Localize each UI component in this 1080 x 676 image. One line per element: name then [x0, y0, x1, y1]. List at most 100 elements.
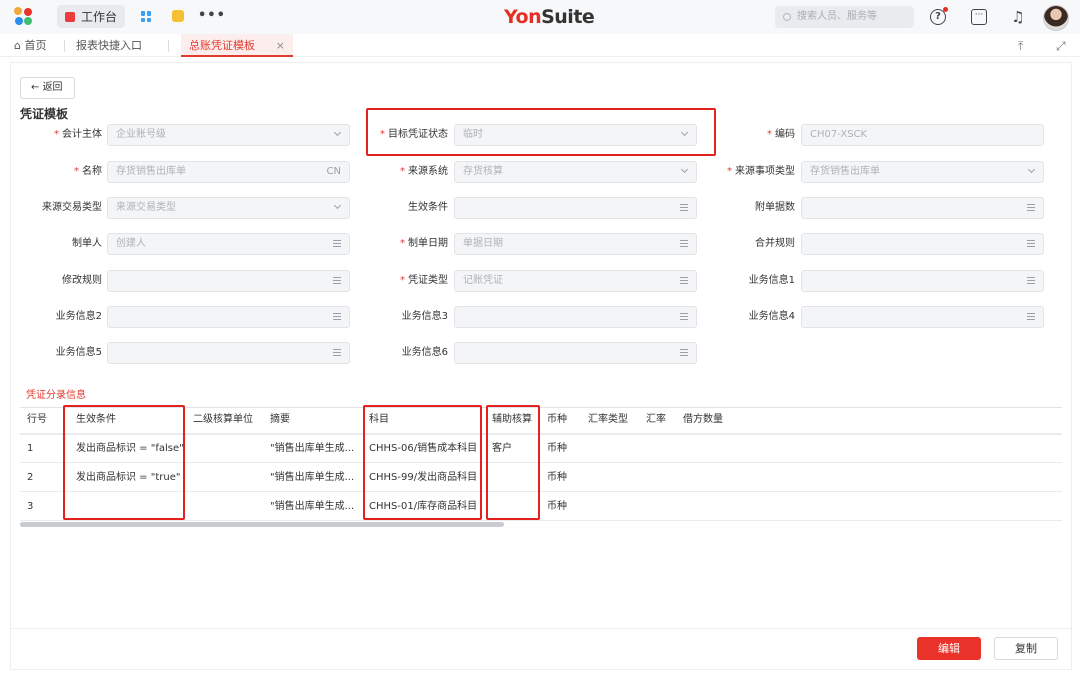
form-field-value: 记账凭证: [463, 275, 503, 286]
close-icon[interactable]: ×: [276, 34, 285, 57]
footer-divider: [10, 628, 1072, 629]
form-label-text: 凭证类型: [408, 275, 448, 286]
tab-home[interactable]: ⌂ 首页: [14, 34, 46, 57]
tab-voucher-template-label: 总账凭证模板: [189, 39, 255, 52]
highlight-account-column: [363, 405, 482, 520]
cell-summary: "销售出库单生成...: [270, 443, 355, 454]
expand-icon[interactable]: ⤢: [1056, 39, 1066, 54]
form-field[interactable]: 单据日期: [454, 233, 697, 255]
back-button[interactable]: ← 返回: [20, 77, 75, 99]
list-icon: [1027, 313, 1035, 320]
form-label-text: 会计主体: [62, 129, 102, 140]
user-avatar[interactable]: [1043, 5, 1069, 31]
form-field[interactable]: [454, 197, 697, 219]
chevron-down-icon: [680, 165, 689, 174]
form-field-value: 来源交易类型: [116, 202, 176, 213]
list-icon: [680, 313, 688, 320]
arrow-left-icon: ←: [31, 82, 43, 93]
subsection-title: 凭证分录信息: [26, 390, 86, 401]
form-label: 制单人: [12, 233, 102, 255]
form-label-text: 业务信息3: [401, 311, 448, 322]
form-field[interactable]: [107, 342, 350, 364]
form-field[interactable]: 记账凭证: [454, 270, 697, 292]
cell-currency: 币种: [547, 443, 567, 454]
form-field[interactable]: [801, 197, 1044, 219]
list-icon: [1027, 277, 1035, 284]
help-icon[interactable]: ?: [930, 7, 948, 25]
form-label-text: 业务信息1: [748, 275, 795, 286]
form-field[interactable]: [801, 270, 1044, 292]
global-search-input[interactable]: 搜索人员、服务等: [775, 6, 914, 28]
form-field[interactable]: 创建人: [107, 233, 350, 255]
home-icon: ⌂: [14, 39, 25, 52]
more-icon[interactable]: •••: [198, 8, 226, 23]
form-field[interactable]: [801, 306, 1044, 328]
form-field[interactable]: 来源交易类型: [107, 197, 350, 219]
customer-service-icon[interactable]: ♫: [1010, 9, 1026, 25]
tab-divider: [168, 40, 169, 52]
form-field[interactable]: 存货销售出库单: [801, 161, 1044, 183]
upload-icon[interactable]: ⤒: [1018, 39, 1023, 54]
form-field-value: 存货核算: [463, 166, 503, 177]
form-field[interactable]: [107, 306, 350, 328]
form-field[interactable]: [107, 270, 350, 292]
col-header-rate: 汇率: [646, 414, 666, 425]
highlight-aux-column: [486, 405, 540, 520]
form-field[interactable]: [454, 342, 697, 364]
form-label-text: 名称: [82, 166, 102, 177]
language-suffix: CN: [326, 166, 341, 177]
brand-logo: YonSuite: [504, 6, 595, 28]
form-label-text: 生效条件: [408, 202, 448, 213]
favorites-icon[interactable]: [172, 10, 184, 22]
tab-divider: [64, 40, 65, 52]
form-label: 附单据数: [705, 197, 795, 219]
workbench-tab[interactable]: 工作台: [57, 5, 125, 28]
copy-button[interactable]: 复制: [994, 637, 1058, 660]
form-field[interactable]: 企业账号级: [107, 124, 350, 146]
edit-button[interactable]: 编辑: [917, 637, 981, 660]
tab-report-shortcut[interactable]: 报表快捷入口: [76, 34, 142, 57]
search-placeholder: 搜索人员、服务等: [797, 11, 877, 22]
list-icon: [1027, 204, 1035, 211]
form-field[interactable]: 存货核算: [454, 161, 697, 183]
search-icon: [783, 13, 791, 21]
form-label-text: 来源系统: [408, 166, 448, 177]
cell-currency: 币种: [547, 472, 567, 483]
list-icon: [1027, 240, 1035, 247]
form-field[interactable]: [801, 233, 1044, 255]
app-logo-icon[interactable]: [14, 7, 34, 27]
cell-summary: "销售出库单生成...: [270, 501, 355, 512]
form-field[interactable]: [454, 306, 697, 328]
form-label: * 名称: [12, 161, 102, 183]
form-label: 业务信息2: [12, 306, 102, 328]
chevron-down-icon: [1027, 165, 1036, 174]
form-label-text: 制单人: [72, 238, 102, 249]
form-label-text: 业务信息6: [401, 347, 448, 358]
required-mark: *: [400, 275, 405, 286]
list-icon: [680, 349, 688, 356]
horizontal-scrollbar[interactable]: [20, 522, 504, 527]
form-field-value: 存货销售出库单: [116, 166, 186, 177]
form-label: * 编码: [705, 124, 795, 146]
form-field[interactable]: CH07-XSCK: [801, 124, 1044, 146]
required-mark: *: [74, 166, 79, 177]
highlight-condition-column: [63, 405, 185, 520]
tab-voucher-template[interactable]: 总账凭证模板 ×: [181, 34, 293, 57]
form-label: 合并规则: [705, 233, 795, 255]
highlight-target-status: [366, 108, 716, 156]
workbench-label: 工作台: [81, 10, 118, 24]
form-label-text: 来源交易类型: [42, 202, 102, 213]
form-field-value: 企业账号级: [116, 129, 166, 140]
form-label-text: 业务信息5: [55, 347, 102, 358]
list-icon: [680, 277, 688, 284]
brand-main: Yon: [504, 6, 542, 28]
form-label-text: 修改规则: [62, 275, 102, 286]
brand-sub: Suite: [541, 6, 595, 28]
notification-dot: [943, 7, 948, 12]
apps-grid-icon[interactable]: [141, 11, 152, 22]
back-label: 返回: [42, 82, 63, 93]
col-header-summary: 摘要: [270, 414, 290, 425]
form-label-text: 附单据数: [755, 202, 795, 213]
message-icon[interactable]: ···: [971, 9, 987, 25]
form-field[interactable]: 存货销售出库单 CN: [107, 161, 350, 183]
